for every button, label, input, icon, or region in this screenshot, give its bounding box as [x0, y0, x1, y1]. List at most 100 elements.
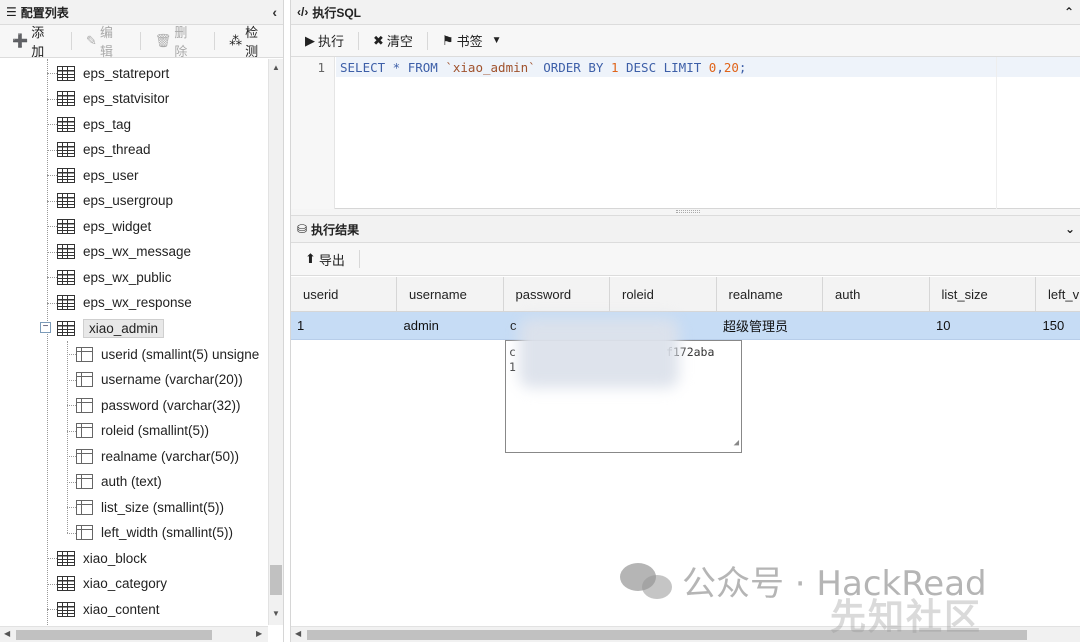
tree-column-node[interactable]: left_width (smallint(5))	[67, 521, 233, 545]
clear-button[interactable]: ✖ 清空	[365, 30, 421, 52]
tree-table-node[interactable]: eps_wx_response	[47, 291, 192, 315]
table-icon	[57, 218, 75, 234]
resize-handle-icon[interactable]: ◢	[734, 436, 739, 451]
bookmark-dropdown[interactable]: ⚑ 书签 ▼	[434, 30, 510, 52]
grid-cell[interactable]: 1	[291, 312, 398, 339]
table-tree: eps_statreport eps_statvisitor eps_tag e…	[0, 59, 268, 625]
table-row[interactable]: 1 admin c 超级管理员 10 150	[291, 312, 1080, 340]
table-name: xiao_category	[83, 576, 168, 591]
tree-column-node[interactable]: username (varchar(20))	[67, 368, 243, 392]
tree-table-node[interactable]: xiao_content	[47, 597, 160, 621]
sql-punct: ,	[716, 60, 724, 75]
collapse-left-icon[interactable]: ‹	[272, 4, 277, 20]
grid-cell[interactable]: 超级管理员	[717, 312, 824, 339]
plus-circle-icon: ➕	[12, 33, 29, 48]
line-number: 1	[317, 60, 325, 75]
table-icon	[57, 601, 75, 617]
table-name: eps_statreport	[83, 65, 170, 81]
tree-horizontal-scrollbar[interactable]: ◀ ▶	[0, 626, 268, 642]
tree-column-node[interactable]: password (varchar(32))	[67, 393, 241, 417]
column-icon	[76, 397, 93, 413]
table-name: eps_wx_message	[83, 244, 192, 259]
delete-label: 删除	[174, 25, 188, 59]
grid-cell[interactable]: admin	[398, 312, 505, 339]
table-name: eps_user	[83, 167, 139, 183]
column-header[interactable]: list_size	[930, 277, 1036, 311]
tree-column-node[interactable]: auth (text)	[67, 470, 162, 494]
table-icon	[57, 116, 75, 132]
chevron-down-icon[interactable]: ⌄	[1065, 222, 1075, 236]
tree-table-node-selected[interactable]: xiao_admin	[57, 316, 165, 340]
grid-cell[interactable]: 150	[1037, 312, 1080, 339]
tree-table-node[interactable]: eps_statreport	[47, 61, 170, 85]
column-name: auth (text)	[101, 474, 162, 489]
scroll-left-icon[interactable]: ◀	[295, 629, 301, 638]
tree-table-node[interactable]: eps_user	[47, 163, 139, 187]
table-icon	[57, 295, 75, 310]
toolbar-divider	[139, 32, 141, 50]
sql-query-text[interactable]: SELECT * FROM `xiao_admin` ORDER BY 1 DE…	[340, 60, 746, 75]
tree-table-node[interactable]: xiao_category	[47, 572, 168, 596]
run-button[interactable]: ▶ 执行	[297, 30, 352, 52]
code-icon: ‹/›	[297, 5, 309, 19]
tree-table-node[interactable]: eps_statvisitor	[47, 87, 169, 111]
collapse-node-icon[interactable]: −	[40, 322, 51, 333]
tree-guide-line	[67, 341, 68, 533]
scrollbar-thumb[interactable]	[16, 630, 212, 640]
tree-column-node[interactable]: realname (varchar(50))	[67, 444, 239, 468]
table-name: eps_usergroup	[83, 193, 174, 208]
delete-button[interactable]: 🗑 删除	[147, 25, 208, 59]
column-header[interactable]: userid	[291, 277, 397, 311]
table-name: eps_tag	[83, 116, 132, 132]
scroll-left-icon[interactable]: ◀	[4, 629, 10, 638]
scroll-down-icon[interactable]: ▼	[272, 609, 280, 618]
scrollbar-thumb[interactable]	[270, 565, 282, 595]
tree-table-node[interactable]: eps_wx_public	[47, 265, 172, 289]
column-header[interactable]: realname	[717, 277, 823, 311]
app-window: ☰ 配置列表 ‹ ➕ 添加 ✎ 编辑 🗑 删除 ⁂ 检测 eps_statreport e…	[0, 0, 1080, 642]
tree-column-node[interactable]: list_size (smallint(5))	[67, 495, 224, 519]
tree-table-node[interactable]: eps_widget	[47, 214, 151, 238]
tree-table-node[interactable]: eps_wx_message	[47, 240, 192, 264]
tree-column-node[interactable]: roleid (smallint(5))	[67, 419, 209, 443]
column-icon	[76, 525, 93, 540]
tree-vertical-scrollbar[interactable]: ▲ ▼	[268, 59, 283, 625]
grid-cell[interactable]	[824, 312, 931, 339]
execute-sql-header: ‹/› 执行SQL ⌃	[291, 0, 1080, 25]
tree-table-node[interactable]: eps_usergroup	[47, 189, 174, 213]
edit-button[interactable]: ✎ 编辑	[78, 25, 134, 59]
tree-column-node[interactable]: userid (smallint(5) unsigne	[67, 342, 259, 366]
sql-workspace: ‹/› 执行SQL ⌃ ▶ 执行 ✖ 清空 ⚑ 书签 ▼ 1 SELECT * FROM …	[290, 0, 1080, 642]
column-header[interactable]: left_v	[1036, 277, 1080, 311]
sql-number: 20	[723, 60, 739, 75]
wechat-logo-icon	[620, 561, 674, 601]
scroll-right-icon[interactable]: ▶	[256, 629, 262, 638]
splitter-grip[interactable]	[676, 210, 700, 213]
result-title: 执行结果	[311, 222, 360, 237]
chevron-down-icon: ▼	[491, 35, 502, 46]
export-button[interactable]: ⬆ 导出	[297, 248, 353, 270]
tree-table-node[interactable]: eps_tag	[47, 112, 132, 136]
table-icon	[57, 193, 75, 208]
column-header[interactable]: roleid	[610, 277, 717, 311]
table-name: eps_wx_public	[83, 269, 172, 285]
add-button[interactable]: ➕ 添加	[4, 25, 65, 59]
scroll-up-icon[interactable]: ▲	[272, 63, 280, 72]
toolbar-divider	[71, 32, 73, 50]
check-label: 检测	[245, 25, 259, 59]
sql-editor[interactable]: 1 SELECT * FROM `xiao_admin` ORDER BY 1 …	[291, 57, 1080, 209]
grid-cell[interactable]: 10	[930, 312, 1037, 339]
tree-table-node[interactable]: xiao_block	[47, 546, 147, 570]
column-icon	[76, 372, 93, 387]
tree-table-node[interactable]: eps_thread	[47, 138, 151, 162]
list-icon: ☰	[6, 5, 17, 19]
collapse-up-icon[interactable]: ⌃	[1064, 5, 1074, 19]
check-button[interactable]: ⁂ 检测	[221, 25, 279, 59]
close-icon: ✖	[373, 32, 384, 48]
sql-toolbar: ▶ 执行 ✖ 清空 ⚑ 书签 ▼	[291, 25, 1080, 57]
column-header[interactable]: password	[504, 277, 610, 311]
config-list-panel: ☰ 配置列表 ‹ ➕ 添加 ✎ 编辑 🗑 删除 ⁂ 检测 eps_statreport e…	[0, 0, 284, 642]
toolbar-divider	[214, 32, 216, 50]
column-header[interactable]: auth	[823, 277, 930, 311]
column-header[interactable]: username	[397, 277, 504, 311]
